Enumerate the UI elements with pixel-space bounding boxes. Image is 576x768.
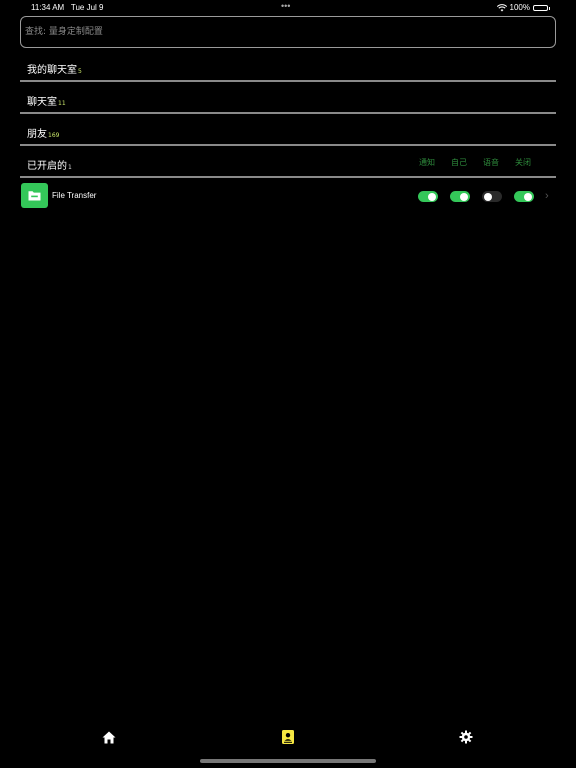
toggle-knob: [428, 192, 436, 201]
toggle-knob: [460, 192, 468, 201]
section-count: 169: [48, 132, 60, 139]
section-enabled[interactable]: 已开启的1: [20, 146, 556, 178]
section-count: 11: [58, 100, 66, 107]
toggle-knob: [524, 192, 532, 201]
section-friends[interactable]: 朋友169: [20, 114, 556, 146]
toggle-notify[interactable]: [418, 191, 438, 202]
folder-icon: [21, 183, 48, 208]
column-header-voice: 语音: [483, 158, 499, 167]
section-count: 1: [68, 164, 72, 171]
tab-home[interactable]: [100, 728, 118, 746]
search-input[interactable]: [20, 16, 556, 48]
settings-icon: [459, 730, 473, 744]
list-item-file-transfer[interactable]: File Transfer: [20, 180, 556, 210]
column-header-self: 自己: [451, 158, 467, 167]
wifi-icon: [496, 3, 507, 11]
status-time: 11:34 AM Tue Jul 9: [31, 3, 104, 12]
chevron-right-icon[interactable]: ›: [545, 190, 549, 202]
tab-contacts[interactable]: [279, 728, 297, 746]
section-label: 朋友169: [27, 129, 60, 140]
tab-settings[interactable]: [457, 728, 475, 746]
home-icon: [102, 731, 116, 743]
battery-percent: 100%: [509, 3, 530, 12]
section-chatrooms[interactable]: 聊天室11: [20, 82, 556, 114]
column-header-close: 关闭: [515, 158, 531, 167]
section-label: 聊天室11: [27, 97, 66, 108]
section-label: 已开启的1: [27, 161, 72, 172]
status-right: 100%: [496, 3, 550, 12]
row-title: File Transfer: [52, 191, 97, 200]
multitasking-dots[interactable]: •••: [281, 1, 290, 11]
column-header-notify: 通知: [419, 158, 435, 167]
status-bar: 11:34 AM Tue Jul 9 ••• 100%: [0, 0, 576, 16]
section-count: 5: [78, 68, 82, 75]
toggle-self[interactable]: [450, 191, 470, 202]
battery-icon: [533, 4, 550, 11]
section-label: 我的聊天室5: [27, 65, 82, 76]
section-my-chatrooms[interactable]: 我的聊天室5: [20, 50, 556, 82]
toggle-close[interactable]: [514, 191, 534, 202]
home-indicator[interactable]: [200, 759, 376, 763]
toggle-knob: [484, 192, 492, 201]
contacts-icon: [282, 730, 294, 744]
toggle-voice[interactable]: [482, 191, 502, 202]
